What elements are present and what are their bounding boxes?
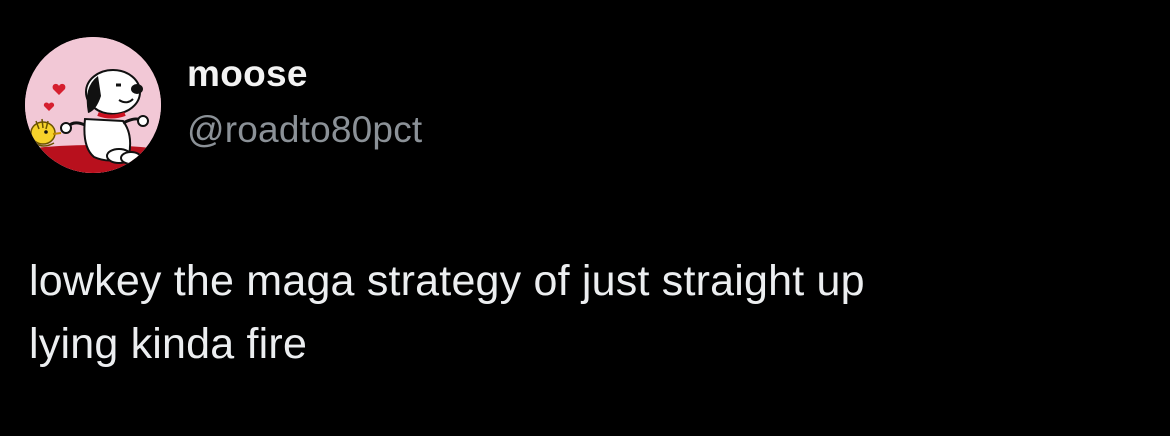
tweet-text-line: lowkey the maga strategy of just straigh… — [29, 257, 865, 305]
user-handle[interactable]: @roadto80pct — [187, 108, 422, 152]
tweet-text: lowkey the maga strategy of just straigh… — [29, 250, 1139, 376]
display-name[interactable]: moose — [187, 52, 422, 96]
tweet-text-line: lying kinda fire — [29, 320, 308, 368]
author-info: moose @roadto80pct — [187, 52, 422, 152]
snoopy-woodstock-avatar-icon — [25, 37, 161, 173]
avatar[interactable] — [25, 37, 161, 173]
tweet-card: moose @roadto80pct lowkey the maga strat… — [0, 0, 1170, 436]
